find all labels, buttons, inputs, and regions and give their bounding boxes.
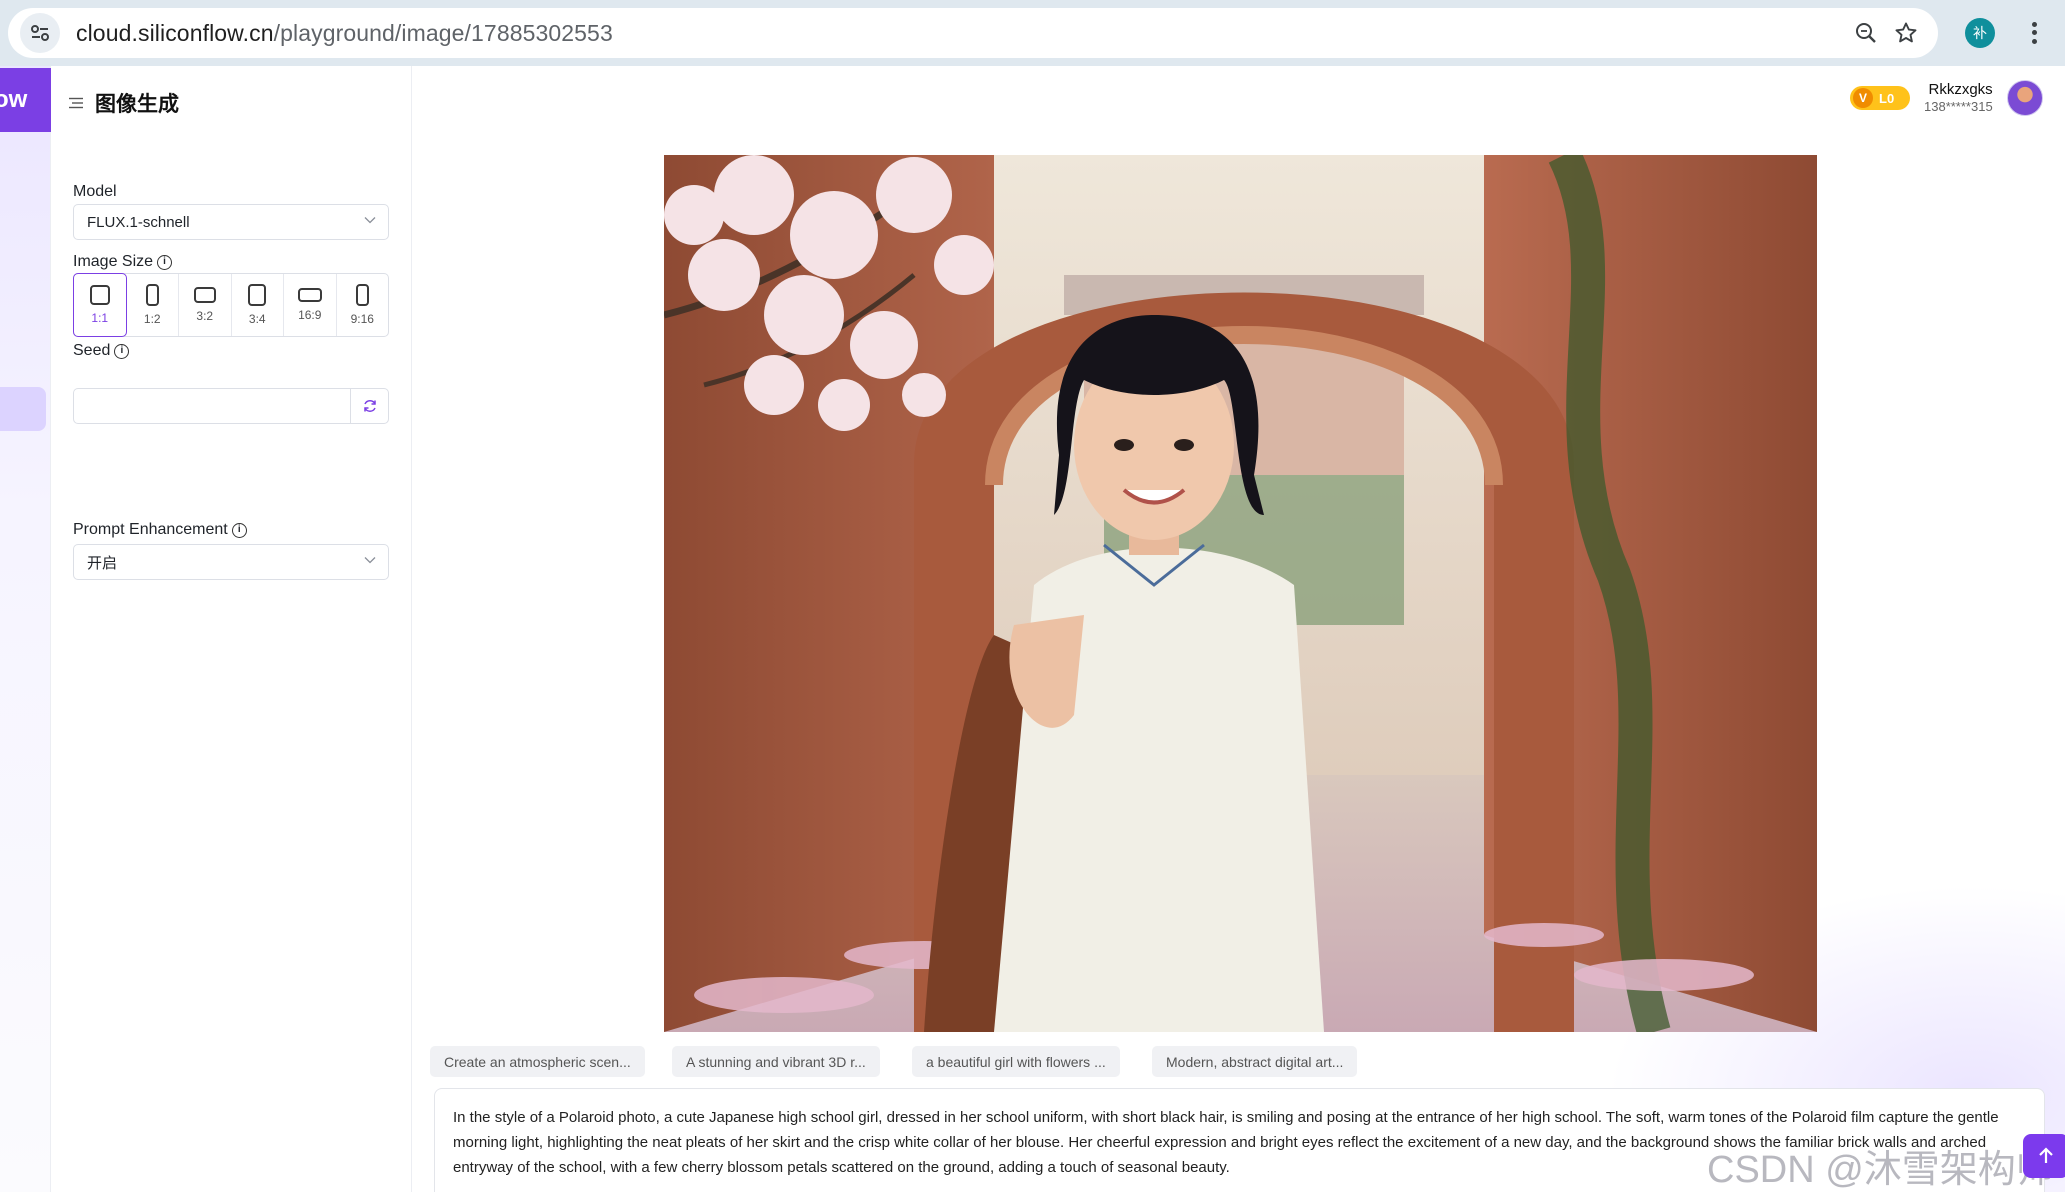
menu-icon[interactable] <box>69 97 83 109</box>
aspect-tall-icon <box>355 284 369 306</box>
aspect-portrait-icon <box>145 284 159 306</box>
url-text[interactable]: cloud.siliconflow.cn/playground/image/17… <box>76 20 613 47</box>
user-info[interactable]: Rkkzxgks 138*****315 <box>1924 81 1993 115</box>
site-info-icon[interactable] <box>20 13 60 53</box>
seed-label: Seed i <box>73 342 130 360</box>
prompt-enhancement-value: 开启 <box>87 554 118 572</box>
address-bar[interactable]: cloud.siliconflow.cn/playground/image/17… <box>8 8 1938 58</box>
app-root: ow 图像生成 Model FLUX.1-schnell Image Size i… <box>0 66 2065 1192</box>
size-option-9-16[interactable]: 9:16 <box>337 274 389 336</box>
aspect-wide-icon <box>297 288 322 302</box>
username: Rkkzxgks <box>1928 81 1993 98</box>
info-icon[interactable]: i <box>114 343 130 359</box>
url-path: /playground/image/17885302553 <box>273 19 613 46</box>
image-size-selector: 1:1 1:2 3:2 3:4 16:9 9:16 <box>73 273 389 337</box>
browser-menu-icon[interactable] <box>2022 16 2046 50</box>
url-host: cloud.siliconflow.cn <box>76 19 274 46</box>
aspect-landscape-icon <box>193 287 216 303</box>
left-nav-rail: ow <box>0 66 51 1192</box>
brand-logo[interactable]: ow <box>0 68 51 132</box>
aspect-square-icon <box>89 285 110 305</box>
zoom-icon[interactable] <box>1850 17 1882 49</box>
account-area: V L0 Rkkzxgks 138*****315 <box>1850 80 2043 116</box>
size-option-1-2[interactable]: 1:2 <box>127 274 179 336</box>
watermark-text: CSDN @沐雪架构师 <box>1707 1149 2054 1191</box>
prompt-suggestion-chip[interactable]: Create an atmospheric scen... <box>430 1046 645 1077</box>
refresh-icon <box>363 400 376 412</box>
vip-icon: V <box>1853 88 1873 108</box>
prompt-suggestion-chip[interactable]: a beautiful girl with flowers ... <box>912 1046 1120 1077</box>
user-phone: 138*****315 <box>1924 99 1993 114</box>
bookmark-star-icon[interactable] <box>1890 17 1922 49</box>
generated-image[interactable] <box>664 155 1817 1032</box>
random-seed-button[interactable] <box>350 389 388 423</box>
size-option-3-4[interactable]: 3:4 <box>232 274 284 336</box>
size-option-1-1[interactable]: 1:1 <box>73 273 127 337</box>
chevron-down-icon <box>364 557 376 564</box>
prompt-suggestion-chip[interactable]: Modern, abstract digital art... <box>1152 1046 1358 1077</box>
info-icon[interactable]: i <box>231 522 247 538</box>
brand-logo-text: ow <box>0 86 28 113</box>
model-select-value: FLUX.1-schnell <box>87 213 190 231</box>
prompt-enhancement-select[interactable]: 开启 <box>73 544 389 580</box>
generate-button[interactable] <box>2023 1134 2065 1178</box>
settings-panel: 图像生成 Model FLUX.1-schnell Image Size i 1:… <box>51 66 412 1192</box>
seed-input[interactable] <box>73 388 389 424</box>
model-label: Model <box>73 183 117 200</box>
panel-header: 图像生成 <box>69 88 179 118</box>
send-arrow-icon <box>2039 1147 2053 1163</box>
browser-profile-avatar[interactable]: 补 <box>1965 18 1995 48</box>
size-option-16-9[interactable]: 16:9 <box>284 274 337 336</box>
size-option-3-2[interactable]: 3:2 <box>179 274 232 336</box>
browser-toolbar: cloud.siliconflow.cn/playground/image/17… <box>0 0 2065 66</box>
prompt-enhancement-label: Prompt Enhancement i <box>73 521 247 539</box>
page-title: 图像生成 <box>95 93 179 116</box>
image-size-label: Image Size i <box>73 253 173 271</box>
rail-item-active[interactable] <box>0 387 46 431</box>
main-content: V L0 Rkkzxgks 138*****315 Create an atmo… <box>412 66 2065 1192</box>
vip-level-badge[interactable]: V L0 <box>1850 86 1910 110</box>
aspect-portrait-icon <box>248 284 267 306</box>
vip-level-text: L0 <box>1879 90 1895 106</box>
user-avatar[interactable] <box>2006 80 2043 116</box>
info-icon[interactable]: i <box>157 254 173 270</box>
model-select[interactable]: FLUX.1-schnell <box>73 204 389 240</box>
prompt-suggestion-chip[interactable]: A stunning and vibrant 3D r... <box>672 1046 880 1077</box>
chevron-down-icon <box>364 217 376 224</box>
generated-image-illustration <box>664 155 1817 1032</box>
